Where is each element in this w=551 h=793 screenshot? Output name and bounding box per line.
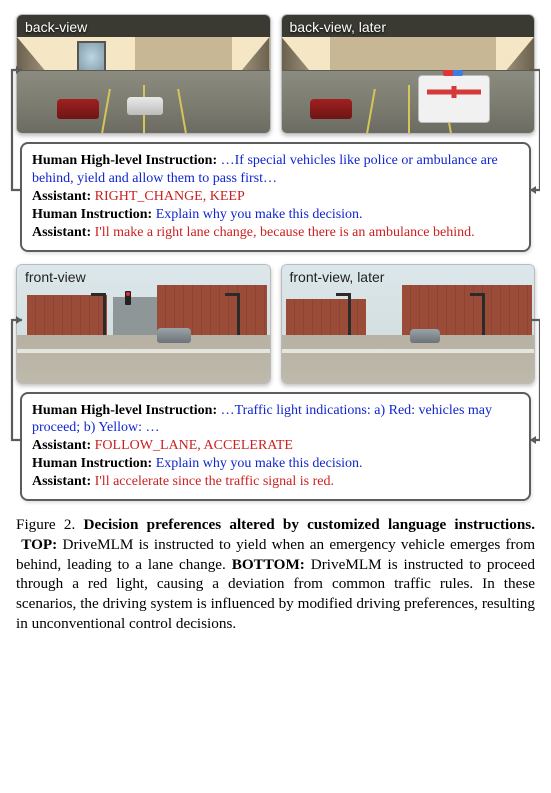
image-label: back-view, later	[290, 19, 386, 35]
top-image-backview: back-view	[16, 14, 271, 134]
line-assistant-explanation: Assistant: I'll accelerate since the tra…	[32, 473, 519, 491]
vehicle-car-icon	[410, 329, 440, 343]
traffic-light-icon	[125, 291, 131, 305]
line-human-instruction: Human Instruction: Explain why you make …	[32, 455, 519, 473]
streetlight-icon	[482, 293, 485, 339]
vehicle-white-car-icon	[127, 97, 163, 115]
image-label: front-view, later	[290, 269, 385, 285]
streetlight-icon	[103, 293, 106, 339]
caption-top-label: TOP:	[21, 536, 57, 553]
scenario-top: back-view back-view, later	[16, 14, 535, 252]
building-icon	[27, 295, 107, 337]
bottom-image-frontview-later: front-view, later	[281, 264, 536, 384]
bottom-image-frontview: front-view	[16, 264, 271, 384]
streetlight-icon	[348, 293, 351, 339]
caption-bottom-label: BOTTOM:	[232, 556, 305, 573]
line-assistant-explanation: Assistant: I'll make a right lane change…	[32, 224, 519, 242]
vehicle-red-car-icon	[310, 99, 352, 119]
top-image-backview-later: back-view, later	[281, 14, 536, 134]
line-human-high-instruction: Human High-level Instruction: …If specia…	[32, 152, 519, 188]
vehicle-red-car-icon	[57, 99, 99, 119]
line-assistant-action: Assistant: RIGHT_CHANGE, KEEP	[32, 188, 519, 206]
line-assistant-action: Assistant: FOLLOW_LANE, ACCELERATE	[32, 437, 519, 455]
streetlight-icon	[237, 293, 240, 339]
line-human-high-instruction: Human High-level Instruction: …Traffic l…	[32, 402, 519, 438]
building-icon	[286, 299, 366, 337]
line-human-instruction: Human Instruction: Explain why you make …	[32, 206, 519, 224]
vehicle-ambulance-icon	[418, 75, 490, 123]
vehicle-car-icon	[157, 328, 191, 343]
bottom-dialogue-box: Human High-level Instruction: …Traffic l…	[20, 392, 531, 502]
figure-number: Figure 2.	[16, 516, 75, 533]
image-label: back-view	[25, 19, 87, 35]
scenario-bottom: front-view front-view, later Human	[16, 264, 535, 502]
building-icon	[113, 297, 161, 337]
top-image-row: back-view back-view, later	[16, 14, 535, 134]
image-label: front-view	[25, 269, 86, 285]
top-dialogue-box: Human High-level Instruction: …If specia…	[20, 142, 531, 252]
bottom-image-row: front-view front-view, later	[16, 264, 535, 384]
figure-caption: Figure 2. Decision preferences altered b…	[16, 515, 535, 634]
figure-title: Decision preferences altered by customiz…	[84, 516, 535, 533]
